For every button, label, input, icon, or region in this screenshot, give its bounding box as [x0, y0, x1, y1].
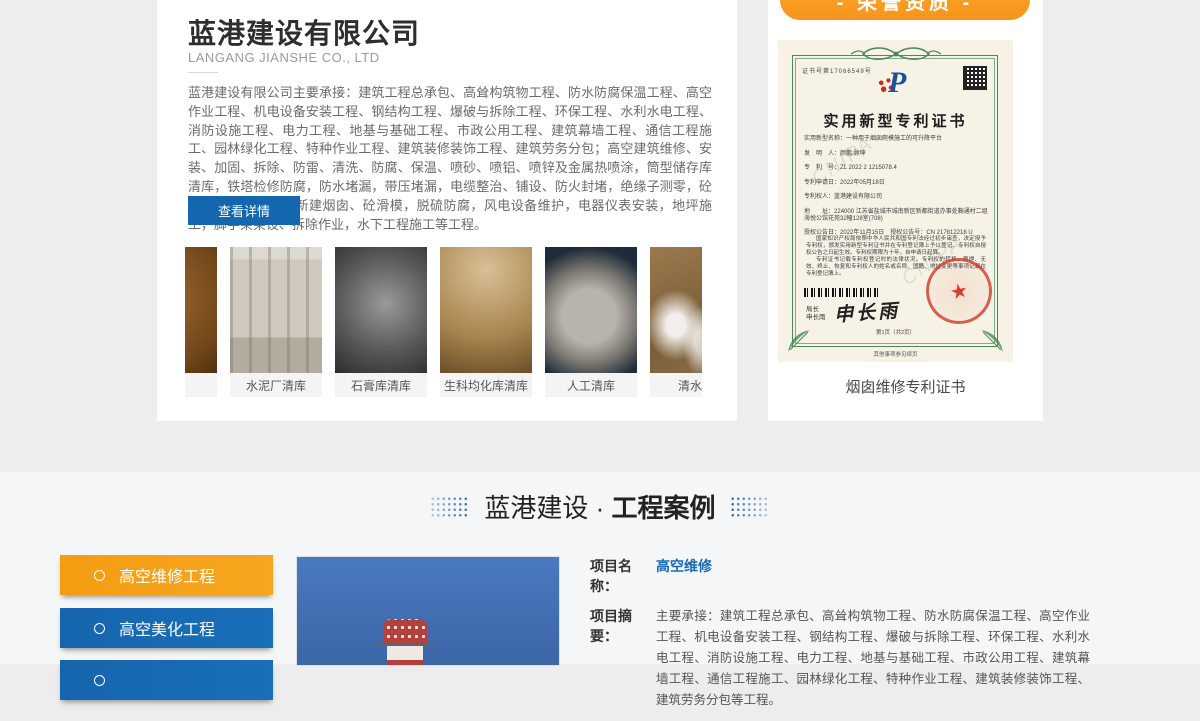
divider [188, 72, 218, 73]
gallery-item[interactable]: 生科均化库清库 [440, 247, 532, 397]
chimney-cap [383, 619, 427, 645]
director-signature: 申长雨 [833, 296, 901, 328]
dots-decoration-icon [430, 496, 470, 518]
certificate-number: 证书号第17066549号 [802, 66, 872, 75]
project-summary-row: 项目摘要： 主要承接：建筑工程总承包、高耸构筑物工程、防水防腐保温工程、高空作业… [590, 606, 1090, 711]
certificate-page-note: 第1页（共2页） [778, 328, 1013, 336]
tab-high-altitude-repair[interactable]: 高空维修工程 [60, 555, 273, 595]
certificate-signer: 局长 申长雨 [806, 306, 826, 322]
gallery-item[interactable]: 清水池 [650, 247, 702, 397]
tab-label: 高空维修工程 [119, 563, 215, 587]
circle-icon [94, 570, 105, 581]
gallery-caption: 水泥厂清库 [230, 373, 322, 397]
case-photo-chimney[interactable] [296, 556, 560, 666]
tab-label: 高空美化工程 [119, 616, 215, 640]
gallery-caption: 石膏库清库 [335, 373, 427, 397]
cases-section-header: 蓝港建设 · 工程案例 [0, 488, 1200, 525]
cases-section: 蓝港建设 · 工程案例 高空维修工程 高空美化工程 项目名称： 高空维修 项目摘… [0, 472, 1200, 664]
gallery-caption: 清水池 [650, 373, 702, 397]
gallery-image [545, 247, 637, 373]
certificate-caption: 烟囱维修专利证书 [768, 376, 1043, 397]
cases-title-bold: 工程案例 [612, 493, 716, 523]
company-intro-panel: 蓝港建设有限公司 LANGANG JIANSHE CO., LTD 蓝港建设有限… [157, 0, 737, 421]
gallery-track: 库 水泥厂清库 石膏库清库 生科均化库清库 人工清库 清水池 [185, 247, 702, 397]
chimney-graphic [383, 619, 427, 666]
certificate-foot-note: 其他事项参见续页 [778, 350, 1013, 358]
honor-panel: - 荣誉资质 - CNIPA CNIPA 证书号第17066549号 P 实用新… [768, 0, 1043, 421]
view-details-button[interactable]: 查看详情 [188, 196, 300, 225]
dots-decoration-icon [730, 496, 770, 518]
barcode-icon [804, 288, 878, 297]
company-subtitle: LANGANG JIANSHE CO., LTD [188, 50, 380, 65]
project-name-row: 项目名称： 高空维修 [590, 556, 1090, 596]
project-name-label: 项目名称： [590, 556, 656, 596]
honor-section-badge: - 荣誉资质 - [780, 0, 1030, 20]
gallery-image [650, 247, 702, 373]
gallery-image [440, 247, 532, 373]
gallery-item[interactable]: 水泥厂清库 [230, 247, 322, 397]
circle-icon [94, 675, 105, 686]
cases-title-regular: 蓝港建设 · [484, 493, 604, 523]
flourish-ornament-icon [841, 46, 951, 62]
page: { "company": { "name": "蓝港建设有限公司", "name… [0, 0, 1200, 664]
gallery-image [185, 247, 217, 373]
gallery-caption: 人工清库 [545, 373, 637, 397]
cases-section-title: 蓝港建设 · 工程案例 [484, 488, 715, 525]
project-name-link[interactable]: 高空维修 [656, 556, 712, 596]
gallery-item[interactable]: 库 [185, 247, 217, 397]
gallery-carousel: 库 水泥厂清库 石膏库清库 生科均化库清库 人工清库 清水池 [185, 247, 702, 397]
circle-icon [94, 623, 105, 634]
company-title: 蓝港建设有限公司 [188, 12, 420, 52]
certificate-fields: 实用新型名称：一种用于烟囱爬模施工的可升降平台 发 明 人：颜鹏;顾坤 专 利 … [804, 136, 988, 245]
gallery-caption: 库 [185, 373, 217, 397]
project-info: 项目名称： 高空维修 项目摘要： 主要承接：建筑工程总承包、高耸构筑物工程、防水… [590, 556, 1090, 721]
gallery-item[interactable]: 石膏库清库 [335, 247, 427, 397]
tab-high-altitude-beautification[interactable]: 高空美化工程 [60, 608, 273, 648]
gallery-image [335, 247, 427, 373]
project-summary-text: 主要承接：建筑工程总承包、高耸构筑物工程、防水防腐保温工程、高空作业工程、机电设… [656, 606, 1090, 711]
project-summary-label: 项目摘要： [590, 606, 656, 711]
cnipa-logo-icon: P [878, 66, 914, 100]
gallery-caption: 生科均化库清库 [440, 373, 532, 397]
gallery-image [230, 247, 322, 373]
qr-code-icon [963, 66, 987, 90]
patent-certificate-image[interactable]: CNIPA CNIPA 证书号第17066549号 P 实用新型专利证书 实用新… [778, 40, 1013, 362]
certificate-title: 实用新型专利证书 [778, 110, 1013, 131]
gallery-item[interactable]: 人工清库 [545, 247, 637, 397]
chimney-column [387, 646, 423, 666]
tab-partial[interactable] [60, 660, 273, 700]
